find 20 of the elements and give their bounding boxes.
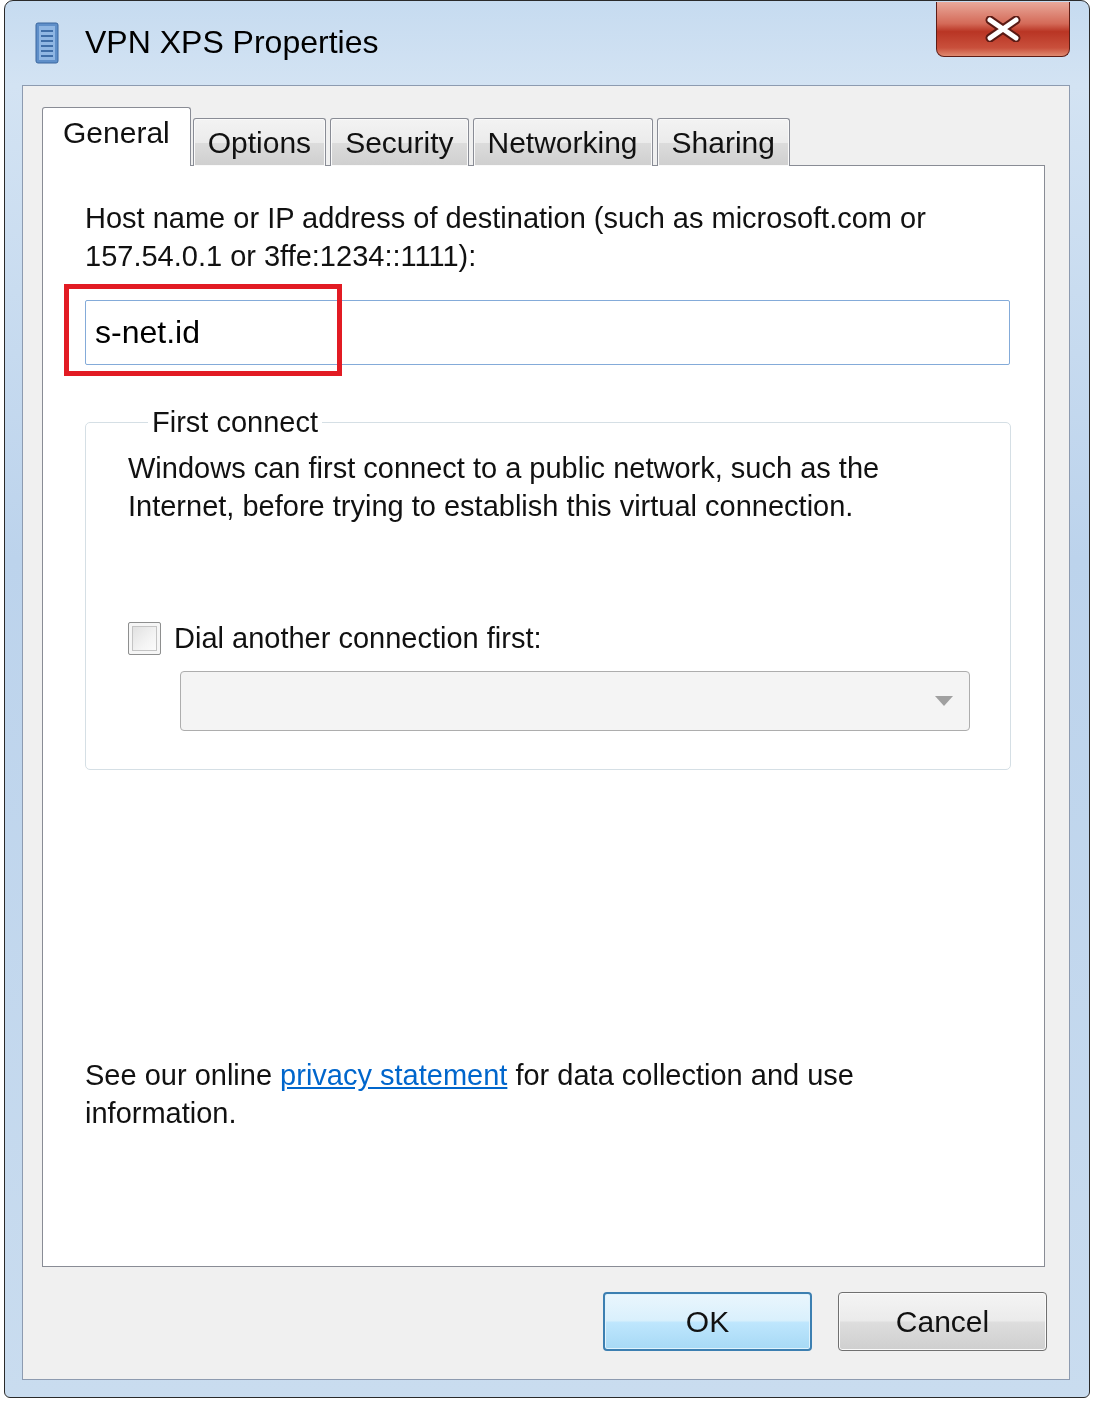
dialog-button[interactable]: Cancel — [838, 1292, 1047, 1351]
tab[interactable]: Networking — [472, 118, 653, 166]
checkbox[interactable] — [128, 621, 161, 655]
tab[interactable]: Options — [192, 118, 327, 166]
tab[interactable]: General — [42, 107, 191, 166]
privacy-link[interactable]: privacy statement — [280, 1059, 508, 1091]
window-title: VPN XPS Properties — [85, 23, 379, 61]
host-label: Host name or IP address of destination (such as microsoft.com or 157.54.0.1 or 3ffe:1234::1111): — [85, 201, 927, 274]
tab[interactable]: Security — [330, 118, 469, 166]
document-icon — [35, 22, 59, 64]
dialog-button[interactable]: OK — [603, 1292, 812, 1351]
close-button[interactable] — [936, 2, 1070, 57]
group-legend: First connect — [148, 405, 322, 439]
tab[interactable]: Sharing — [656, 118, 790, 166]
group-description: Windows can first connect to a public network, such as the Internet, before trying to establish this virtual connection. — [128, 451, 881, 524]
privacy-note: See our online privacy statement for data collection and use information. — [85, 1058, 855, 1131]
checkbox-label[interactable]: Dial another connection first: — [174, 619, 542, 657]
caret-icon — [935, 696, 953, 706]
close-icon — [985, 16, 1021, 42]
host-field[interactable]: s-net.id — [85, 300, 1010, 365]
